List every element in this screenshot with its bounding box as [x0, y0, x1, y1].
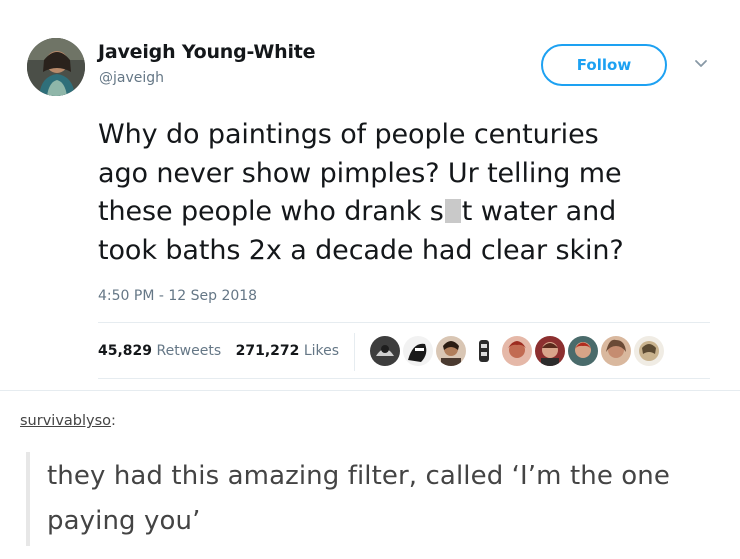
author-handle[interactable]: @javeigh	[99, 70, 164, 86]
liker-avatar[interactable]	[370, 336, 400, 366]
follow-button[interactable]: Follow	[541, 44, 667, 86]
liker-avatar[interactable]	[634, 336, 664, 366]
tweet-text-line: ago never show pimples? Ur telling me	[98, 157, 622, 189]
censored-word-block	[444, 199, 461, 223]
tweet-text-fragment: these people who drank s	[98, 196, 444, 227]
reblog-colon: :	[111, 413, 116, 429]
reblog-username[interactable]: survivablyso	[20, 413, 111, 429]
stats-separator	[354, 333, 355, 371]
tweet-timestamp[interactable]: 4:50 PM - 12 Sep 2018	[98, 288, 257, 304]
reblog-source: survivablyso:	[20, 413, 116, 429]
stats-bottom-divider	[98, 378, 710, 379]
retweets-stat[interactable]: 45,829 Retweets	[98, 343, 221, 359]
likes-stat[interactable]: 271,272 Likes	[236, 343, 339, 359]
liker-avatar[interactable]	[436, 336, 466, 366]
reblog-text-line: paying you’	[47, 506, 201, 536]
retweets-count: 45,829	[98, 343, 153, 359]
likes-count: 271,272	[235, 343, 300, 359]
retweets-label: Retweets	[156, 343, 222, 359]
author-avatar-image	[27, 38, 85, 96]
tweet-text-line: Why do paintings of people centuries	[98, 119, 599, 150]
liker-avatar[interactable]	[469, 336, 499, 366]
reblog-quote-bar	[26, 452, 30, 546]
tweet-text-line: these people who drank s t water and	[98, 193, 718, 232]
reblog-text-line: they had this amazing filter, called ‘I’…	[47, 461, 670, 491]
tweet-text-line: took baths 2x a decade had clear skin?	[98, 234, 624, 266]
tweet-text: Why do paintings of people centuries ago…	[98, 116, 718, 270]
stats-top-divider	[98, 322, 710, 323]
chevron-down-icon[interactable]	[693, 56, 709, 72]
tweet-card: Javeigh Young-White @javeigh Follow Why …	[0, 0, 740, 391]
liker-avatar[interactable]	[601, 336, 631, 366]
liker-avatar[interactable]	[403, 336, 433, 366]
author-avatar[interactable]	[27, 38, 85, 96]
liker-avatar[interactable]	[568, 336, 598, 366]
liker-avatar[interactable]	[502, 336, 532, 366]
author-name[interactable]: Javeigh Young-White	[98, 41, 316, 63]
tweet-text-fragment: t water and	[461, 196, 617, 227]
tweet-stats: 45,829 Retweets 271,272 Likes	[98, 343, 339, 359]
liker-avatar[interactable]	[535, 336, 565, 366]
likes-label: Likes	[303, 343, 340, 359]
reblog-text: they had this amazing filter, called ‘I’…	[47, 454, 727, 544]
